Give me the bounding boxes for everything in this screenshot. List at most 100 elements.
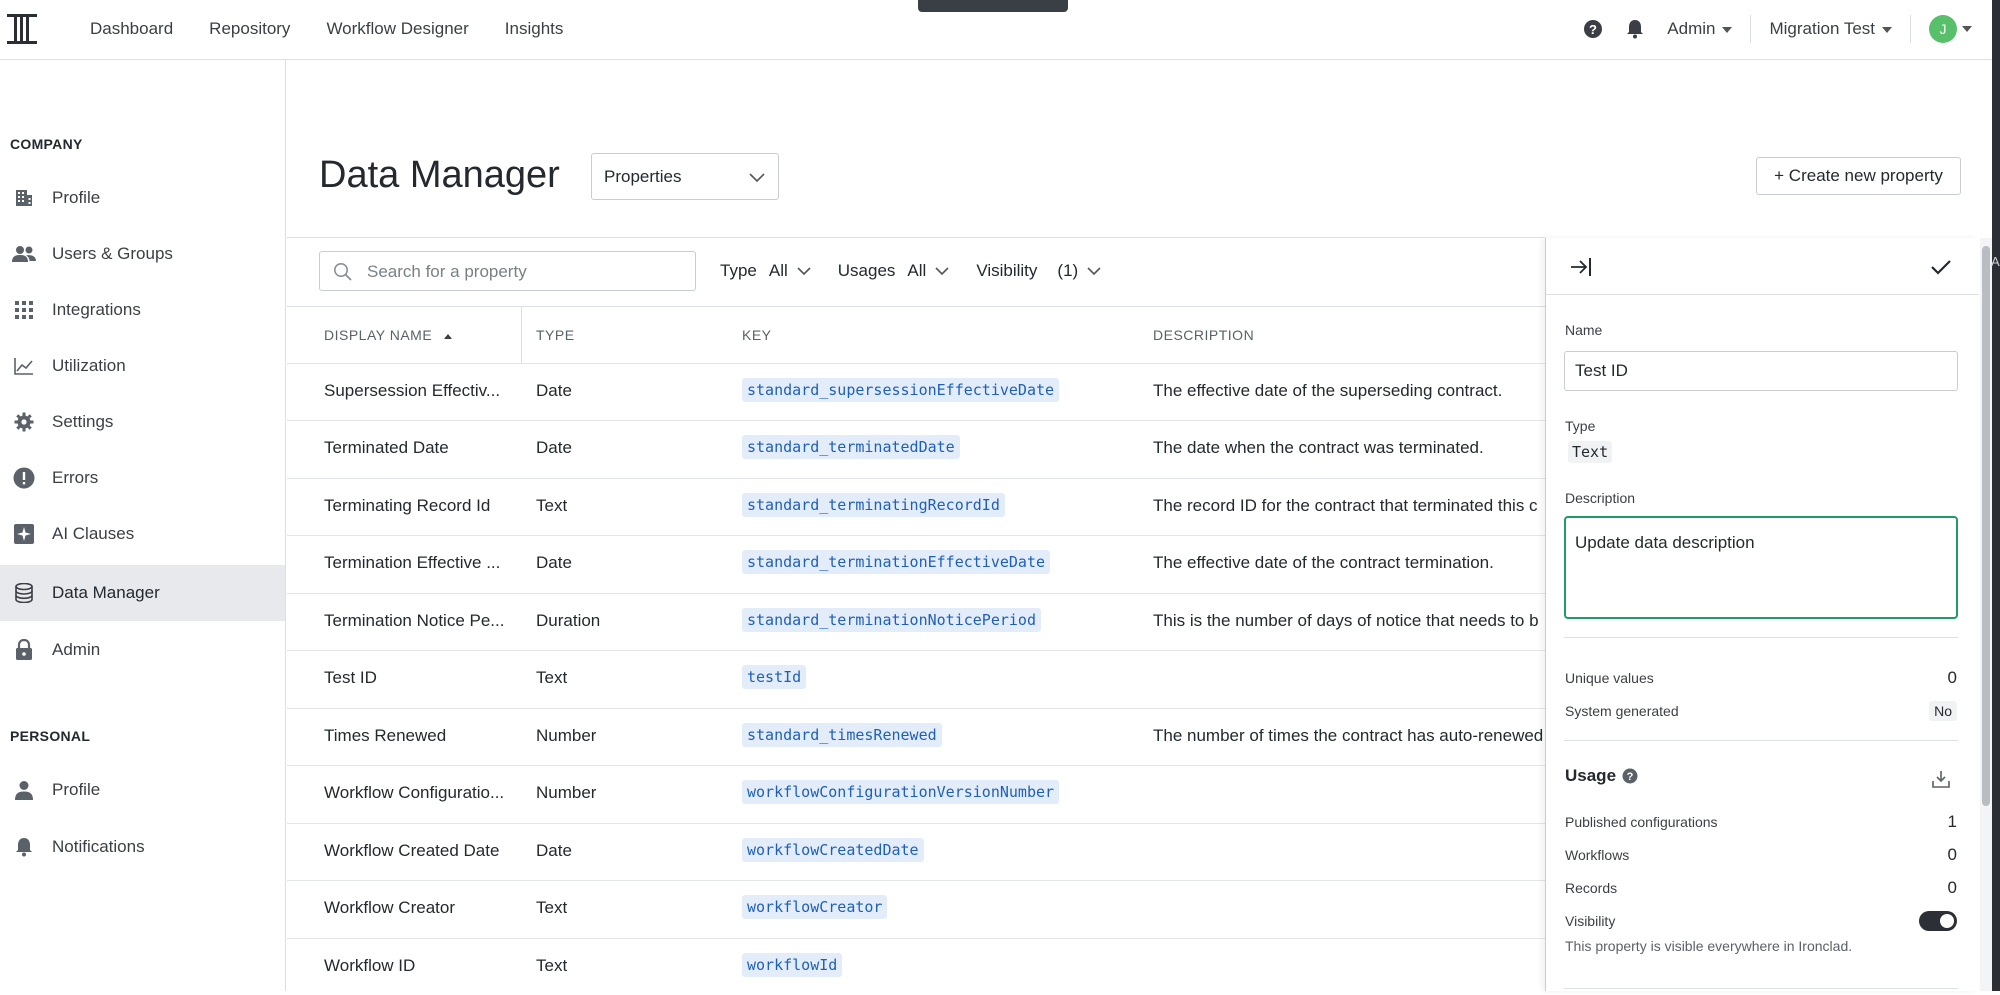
key-code: standard_supersessionEffectiveDate [742,378,1060,402]
workflows-count: 0 [1947,845,1957,864]
nav-repository[interactable]: Repository [209,19,290,39]
nav-dashboard[interactable]: Dashboard [90,19,173,39]
cell-key: workflowConfigurationVersionNumber [742,780,1060,804]
sidebar-item-company-profile[interactable]: Profile [0,170,285,226]
panel-scrollbar[interactable] [1980,238,1992,991]
alert-circle-icon [12,466,36,490]
cell-type: Date [536,553,572,572]
visibility-row: Visibility [1565,911,1957,933]
column-header-display-name[interactable]: DISPLAY NAME [324,327,453,343]
nav-workflow-designer[interactable]: Workflow Designer [326,19,468,39]
bell-icon[interactable] [1625,19,1645,39]
cell-description: The date when the contract was terminate… [1153,438,1484,457]
usage-title-text: Usage [1565,766,1617,785]
records-count: 0 [1947,878,1957,897]
divider [1564,988,1958,989]
sidebar-item-admin[interactable]: Admin [0,622,285,678]
user-menu[interactable]: J [1929,15,1972,43]
key-code: standard_terminatedDate [742,435,960,459]
cell-type: Number [536,783,597,802]
cell-description: This is the number of days of notice tha… [1153,611,1539,630]
cell-description: The record ID for the contract that term… [1153,496,1538,515]
table-row[interactable]: Times Renewed Number standard_timesRenew… [287,708,1545,765]
chevron-down-icon [1722,26,1733,33]
cell-key: standard_terminatedDate [742,435,960,459]
page-title: Data Manager [319,154,560,196]
view-select-value: Properties [604,167,682,186]
table-row[interactable]: Terminating Record Id Text standard_term… [287,478,1545,535]
sidebar-item-users-groups[interactable]: Users & Groups [0,226,285,282]
column-divider[interactable] [521,306,522,364]
type-filter-dropdown[interactable]: All [769,261,812,281]
description-label: Description [1565,490,1636,506]
svg-text:?: ? [1627,771,1634,783]
sidebar-item-personal-profile[interactable]: Profile [0,762,285,818]
sidebar-item-errors[interactable]: Errors [0,450,285,506]
sidebar-item-label: Data Manager [52,583,160,602]
collapse-panel-icon[interactable] [1570,256,1594,278]
help-icon[interactable]: ? [1583,19,1603,39]
column-header-type[interactable]: TYPE [536,327,575,343]
column-header-label: DISPLAY NAME [324,327,433,343]
table-row[interactable]: Workflow Configuratio... Number workflow… [287,765,1545,822]
sidebar-item-integrations[interactable]: Integrations [0,282,285,338]
cell-type: Duration [536,611,601,630]
cell-key: standard_terminationEffectiveDate [742,550,1051,574]
divider [287,237,1545,238]
workspace-menu[interactable]: Migration Test [1769,19,1892,39]
sidebar-item-label: Users & Groups [52,244,173,263]
cell-type: Number [536,726,597,745]
sidebar-item-label: Utilization [52,356,126,375]
search-icon [334,263,352,281]
create-property-button[interactable]: + Create new property [1756,157,1961,195]
search-input[interactable] [367,260,677,284]
chevron-down-icon [1087,267,1101,276]
grid-icon [12,298,36,322]
sidebar-item-settings[interactable]: Settings [0,394,285,450]
filters-bar: Type All Usages All Visibility (1) [720,258,1128,284]
cell-key: standard_timesRenewed [742,723,942,747]
name-field[interactable]: Test ID [1564,351,1958,391]
lock-icon [12,638,36,662]
help-icon[interactable]: ? [1622,768,1638,784]
sidebar-item-notifications[interactable]: Notifications [0,819,285,875]
checkmark-icon[interactable] [1930,258,1952,276]
sidebar-item-label: Errors [52,468,99,487]
admin-menu[interactable]: Admin [1667,19,1733,39]
ironclad-logo-icon[interactable] [6,12,38,46]
table-row[interactable]: Terminated Date Date standard_terminated… [287,420,1545,477]
cell-key: standard_terminatingRecordId [742,493,1005,517]
table-row[interactable]: Termination Effective ... Date standard_… [287,535,1545,592]
visibility-filter-dropdown[interactable]: (1) [1057,261,1102,281]
nav-insights[interactable]: Insights [505,19,564,39]
description-field[interactable]: Update data description [1564,516,1958,619]
table-row[interactable]: Workflow Created Date Date workflowCreat… [287,823,1545,880]
view-select[interactable]: Properties [591,153,779,200]
sidebar-item-data-manager[interactable]: Data Manager [0,565,285,621]
key-code: standard_terminationEffectiveDate [742,550,1051,574]
divider [1750,15,1752,43]
download-icon[interactable] [1932,770,1950,788]
published-configurations-row: Published configurations 1 [1565,812,1957,834]
usages-filter-dropdown[interactable]: All [907,261,950,281]
visibility-toggle[interactable] [1919,911,1957,931]
table-row[interactable]: Test ID Text testId [287,650,1545,707]
cell-display-name: Supersession Effectiv... [324,381,501,400]
table-row[interactable]: Workflow ID Text workflowId [287,938,1545,995]
column-header-description[interactable]: DESCRIPTION [1153,327,1254,343]
avatar: J [1929,15,1957,43]
table-row[interactable]: Supersession Effectiv... Date standard_s… [287,363,1545,420]
type-label: Type [1565,418,1596,434]
table-row[interactable]: Termination Notice Pe... Duration standa… [287,593,1545,650]
cell-display-name: Workflow Configuratio... [324,783,505,802]
column-header-key[interactable]: KEY [742,327,772,343]
chevron-down-icon [935,267,949,276]
type-filter-label: Type [720,261,757,280]
cell-type: Date [536,381,572,400]
table-row[interactable]: Workflow Creator Text workflowCreator [287,880,1545,937]
scrollbar-thumb[interactable] [1982,246,1990,806]
visibility-label: Visibility [1565,913,1616,929]
sidebar-item-utilization[interactable]: Utilization [0,338,285,394]
name-label: Name [1565,322,1603,338]
sidebar-item-ai-clauses[interactable]: AI Clauses [0,506,285,562]
